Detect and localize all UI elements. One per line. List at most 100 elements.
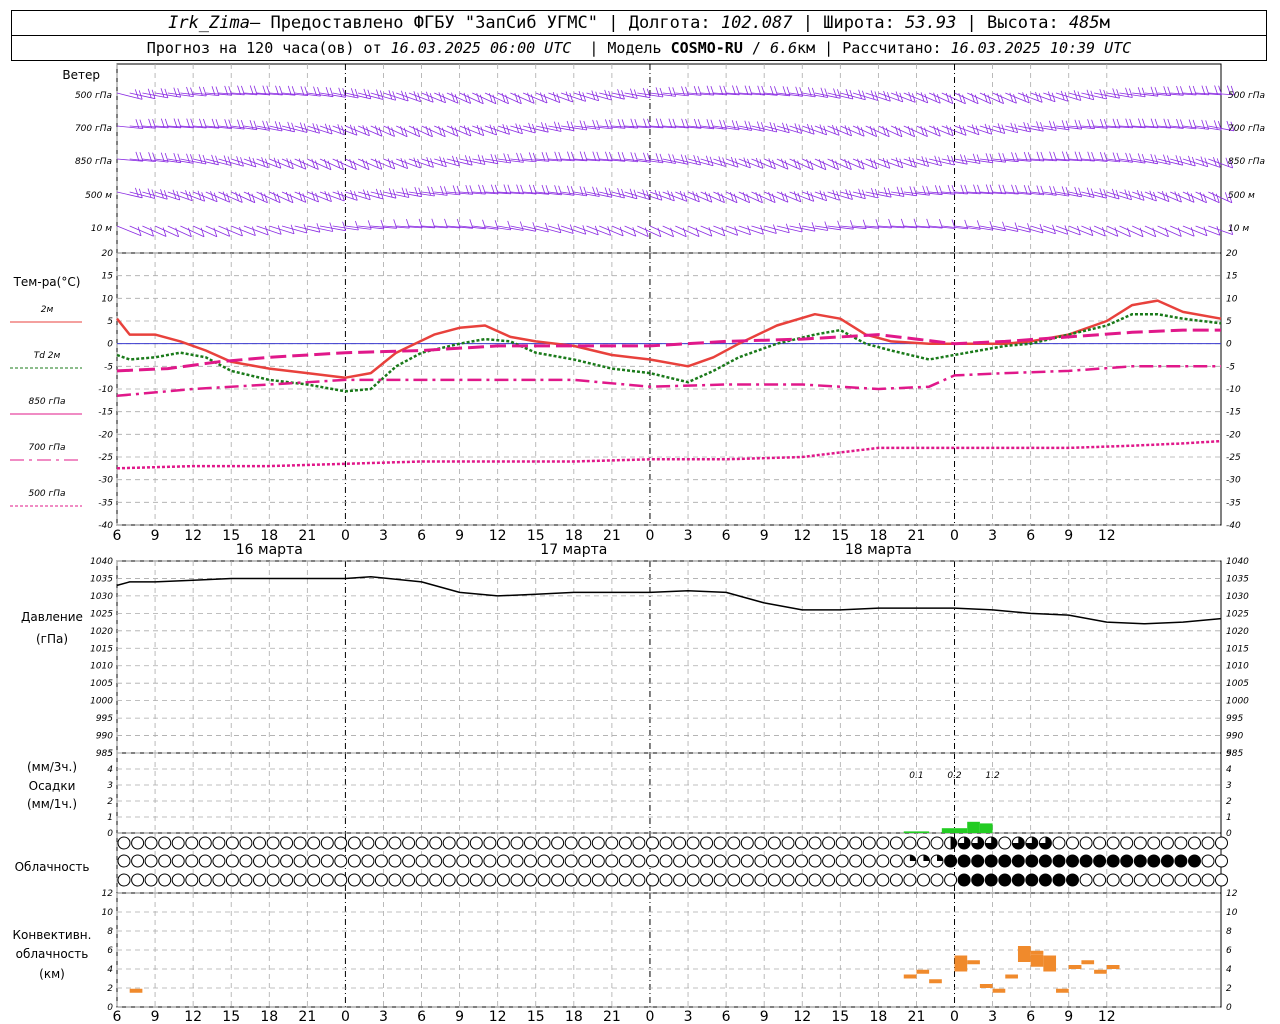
x-tick-label: 6 — [113, 528, 122, 544]
y-tick-label: 1000 — [90, 697, 113, 707]
cloud-symbol — [795, 854, 808, 868]
wind-barb — [231, 225, 256, 236]
cloud-symbol — [876, 836, 890, 850]
cloud-symbol — [293, 854, 307, 868]
cloud-symbol — [1133, 836, 1147, 850]
wind-barb — [954, 92, 979, 105]
cloud-symbol — [266, 873, 280, 887]
cloud-symbol — [632, 836, 646, 850]
y-tick-label-right: 3 — [1226, 781, 1232, 791]
cloud-symbol — [889, 873, 903, 887]
wind-barb — [345, 125, 370, 137]
precip-bar — [941, 828, 955, 833]
y-tick-label: 1035 — [90, 574, 113, 584]
conv-bar — [1094, 969, 1107, 974]
conv-bar — [129, 988, 143, 993]
cloud-symbol — [998, 836, 1012, 850]
wind-barb — [370, 125, 395, 137]
wind-barb — [599, 225, 624, 237]
cloud-symbol — [158, 854, 172, 868]
wind-barb — [383, 157, 409, 169]
wind-barb — [649, 86, 677, 97]
cloud-symbol — [131, 873, 145, 887]
x-tick-label: 6 — [722, 1009, 731, 1024]
cloud-symbol — [1174, 873, 1188, 887]
y-tick-label: 3 — [107, 781, 113, 791]
cloud-symbol — [984, 854, 998, 868]
wind-barb — [358, 219, 385, 230]
cloud-symbol-fill — [950, 836, 957, 849]
cloud-symbol — [117, 873, 131, 887]
wind-barb — [446, 92, 472, 104]
cloud-symbol — [456, 854, 470, 868]
cloud-symbol — [659, 836, 673, 850]
x-tick-label: 12 — [184, 1009, 202, 1024]
wind-barb — [687, 225, 713, 237]
wind-barb — [903, 92, 929, 104]
cloud-symbol-fill — [923, 854, 930, 861]
cloud-symbol — [307, 854, 321, 868]
wind-barb — [751, 158, 776, 170]
wind-barb — [408, 125, 433, 138]
wind-barb — [1195, 191, 1220, 204]
cloud-symbol — [212, 854, 226, 868]
cloud-symbol — [496, 854, 510, 868]
cloud-symbol — [998, 854, 1012, 868]
cloud-symbol — [537, 873, 551, 887]
x-tick-label: 6 — [113, 1009, 122, 1024]
wind-barb — [1132, 86, 1159, 97]
cloud-symbol — [930, 873, 944, 887]
x-tick-label: 9 — [1064, 528, 1073, 544]
cloud-symbol — [727, 836, 741, 850]
cloud-symbol — [1160, 836, 1174, 850]
conv-bar-fill — [954, 959, 968, 972]
wind-barb — [586, 119, 613, 130]
wind-barb — [941, 124, 967, 136]
cloud-symbol — [171, 854, 185, 868]
wind-barb — [1093, 225, 1119, 237]
x-tick-label: 9 — [455, 528, 464, 544]
wind-barb — [205, 225, 231, 237]
precip-bar — [979, 823, 993, 833]
cloud-symbol — [537, 836, 551, 850]
cloud-symbol — [754, 854, 768, 868]
cloud-symbol — [686, 836, 700, 850]
wind-barb — [1157, 225, 1182, 237]
pressure-series — [116, 575, 1222, 625]
x-tick-label: 12 — [1098, 1009, 1116, 1024]
wind-barb — [916, 125, 941, 137]
conv-unit: (км) — [39, 967, 65, 981]
wind-level-3: 850 гПа — [75, 157, 112, 167]
series-lines — [116, 299, 1222, 625]
x-tick-label: 6 — [417, 528, 426, 544]
cloud-symbol — [1201, 836, 1215, 850]
cloud-symbol — [469, 836, 483, 850]
wind-barb — [967, 123, 993, 135]
cloud-symbol — [1079, 854, 1093, 868]
cloud-symbol — [374, 854, 388, 868]
cloud-symbol — [1188, 854, 1201, 868]
cloud-symbol — [524, 836, 537, 850]
cloud-symbol — [944, 873, 958, 887]
cloud-symbol — [1066, 854, 1079, 868]
cloud-symbol — [700, 836, 714, 850]
wind-barb — [421, 185, 448, 196]
wind-barb — [1119, 87, 1146, 98]
wind-barb — [332, 158, 357, 171]
cloud-symbol — [483, 836, 497, 850]
wind-barb — [1182, 225, 1208, 237]
cloud-symbol — [646, 836, 659, 850]
cloud-symbol — [253, 873, 266, 887]
cloud-symbol — [1133, 873, 1147, 887]
wind-barb — [675, 225, 700, 237]
y-tick-label: 0 — [107, 829, 113, 839]
wind-barb — [1119, 225, 1144, 238]
wind-barb — [662, 190, 688, 202]
wind-barb — [840, 125, 865, 137]
cloud-symbol — [361, 873, 375, 887]
cloud-symbol — [578, 873, 592, 887]
cloud-symbol — [781, 836, 795, 850]
wind-level-3-right: 850 гПа — [1228, 157, 1265, 167]
cloud-symbol — [767, 836, 781, 850]
wind-barb — [129, 225, 154, 237]
